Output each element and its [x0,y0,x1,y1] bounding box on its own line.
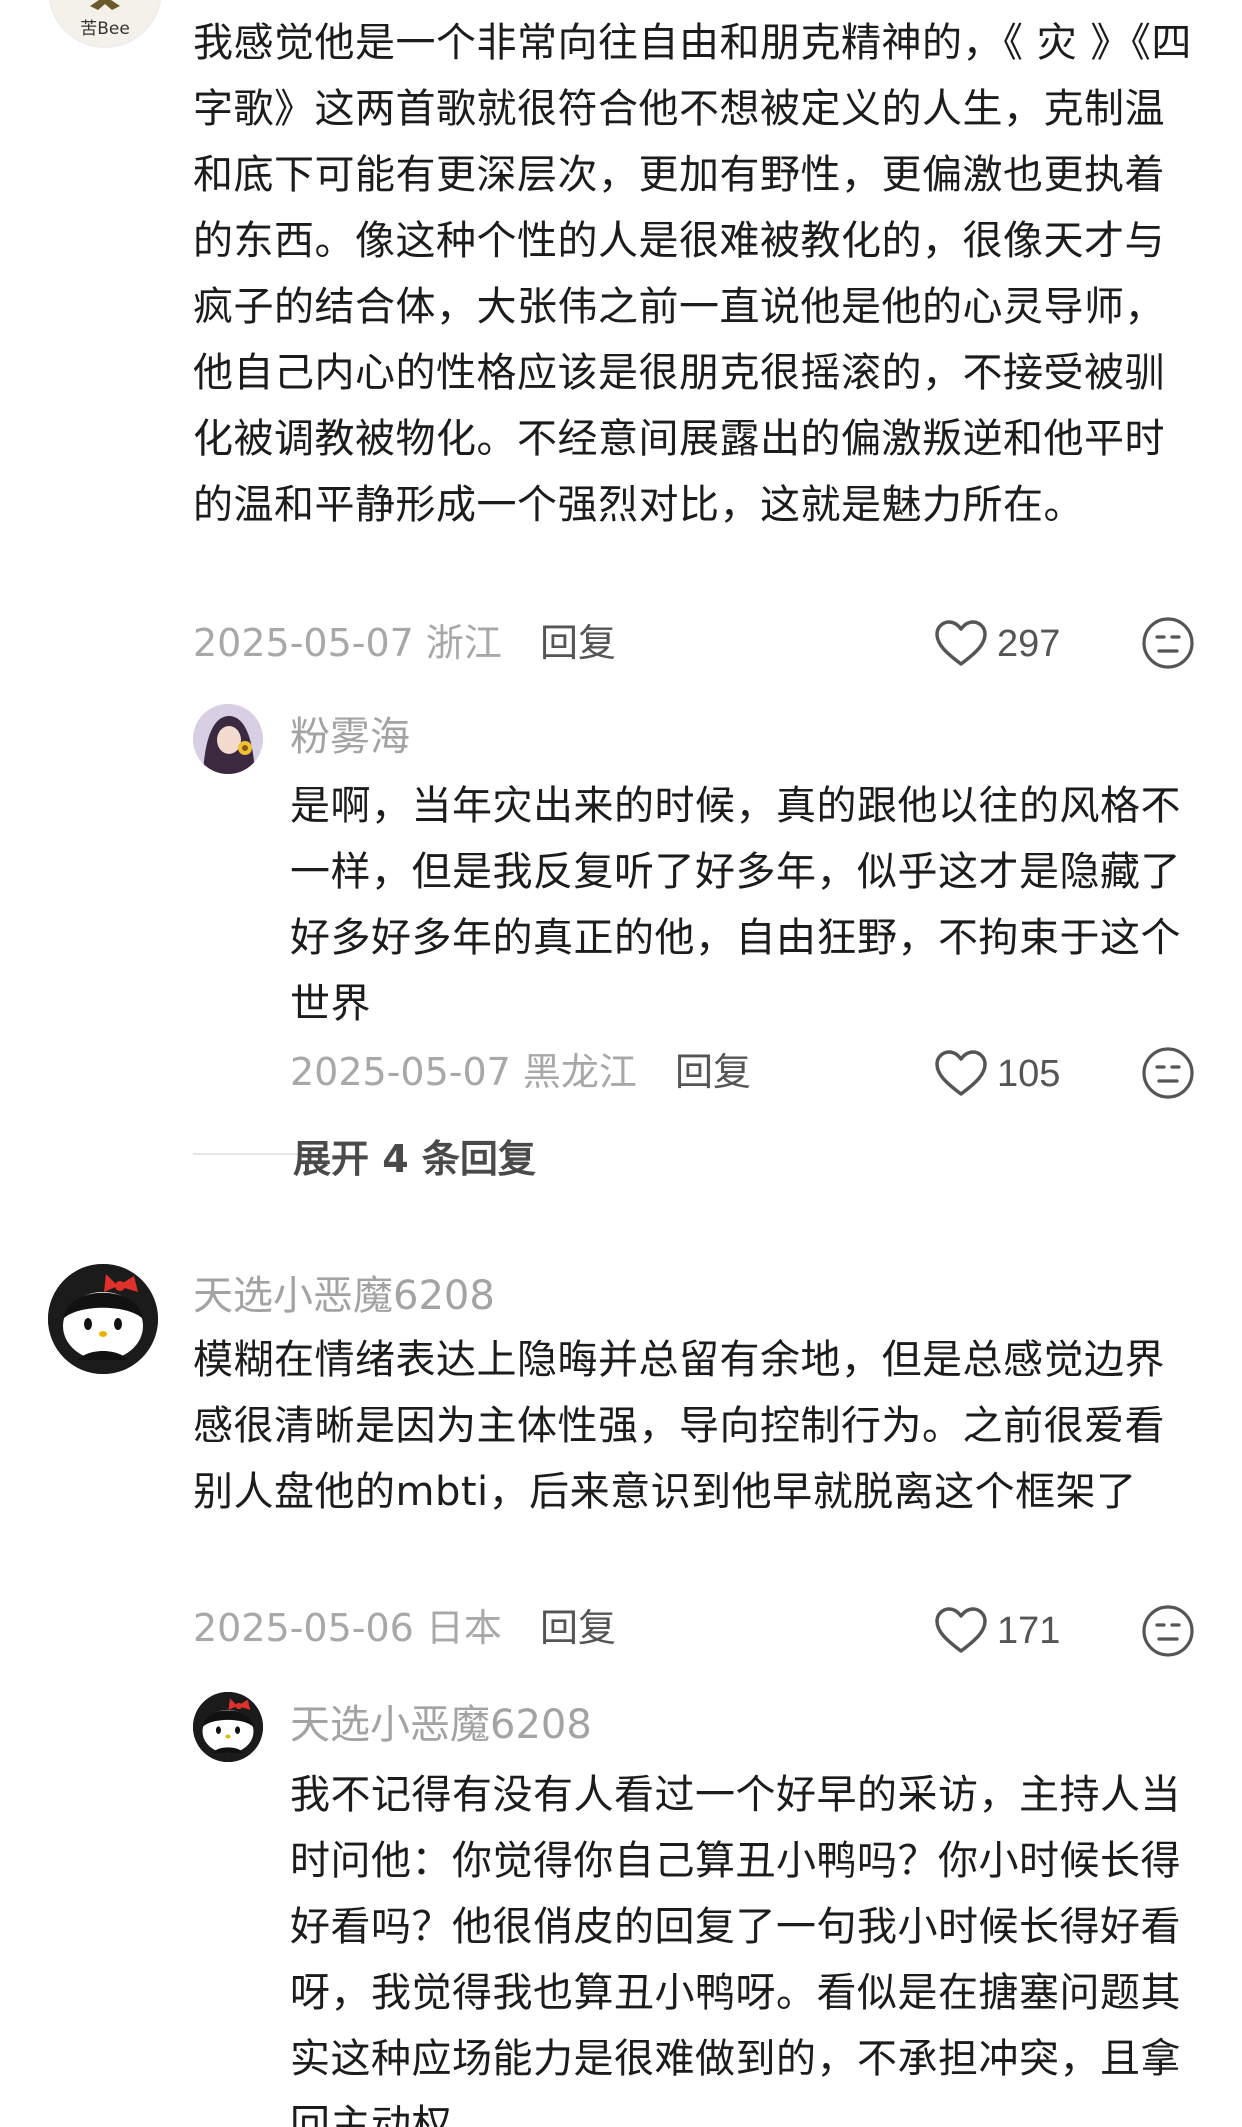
like-button[interactable]: 105 [935,1044,1060,1104]
expand-replies-button[interactable]: 展开 4 条回复 [193,1137,536,1181]
avatar[interactable]: 苦Bee [48,0,162,48]
like-count: 171 [997,1609,1061,1652]
reply-button[interactable]: 回复 [540,618,616,668]
heart-outline-icon [935,1050,987,1096]
emoji-reaction-button[interactable] [1140,1603,1196,1659]
reply-text: 我不记得有没有人看过一个好早的采访，主持人当时问他：你觉得你自己算丑小鸭吗？你小… [290,1772,1181,2127]
emoji-face-icon [1142,1047,1194,1099]
avatar[interactable] [48,1264,158,1374]
avatar-label: 苦Bee [80,19,130,39]
divider [193,1153,303,1155]
reply-date-location: 2025-05-07 黑龙江 [290,1050,637,1094]
comment-date-location: 2025-05-07 浙江 [193,621,502,665]
heart-outline-icon [935,1607,987,1653]
reply-button[interactable]: 回复 [675,1047,751,1097]
like-button[interactable]: 297 [935,614,1060,674]
comment-date-location: 2025-05-06 日本 [193,1606,502,1650]
reply-username[interactable]: 粉雾海 [290,712,410,762]
avatar[interactable] [193,704,263,774]
like-button[interactable]: 171 [935,1601,1060,1661]
avatar[interactable] [193,1692,263,1762]
heart-outline-icon [935,620,987,666]
expand-replies-label: 展开 4 条回复 [293,1137,536,1181]
reply-text: 是啊，当年灾出来的时候，真的跟他以往的风格不一样，但是我反复听了好多年，似乎这才… [290,783,1181,1027]
reply-username[interactable]: 天选小恶魔6208 [290,1700,592,1750]
comment-text: 模糊在情绪表达上隐晦并总留有余地，但是总感觉边界感很清晰是因为主体性强，导向控制… [193,1337,1165,1515]
comment-text: 我感觉他是一个非常向往自由和朋克精神的，《 灾 》《四字歌》这两首歌就很符合他不… [193,20,1192,528]
like-count: 105 [997,1052,1061,1095]
emoji-reaction-button[interactable] [1140,1045,1196,1101]
emoji-reaction-button[interactable] [1140,615,1196,671]
emoji-face-icon [1142,1605,1194,1657]
comment-username[interactable]: 天选小恶魔6208 [193,1271,495,1321]
emoji-face-icon [1142,617,1194,669]
reply-button[interactable]: 回复 [540,1603,616,1653]
like-count: 297 [997,622,1061,665]
